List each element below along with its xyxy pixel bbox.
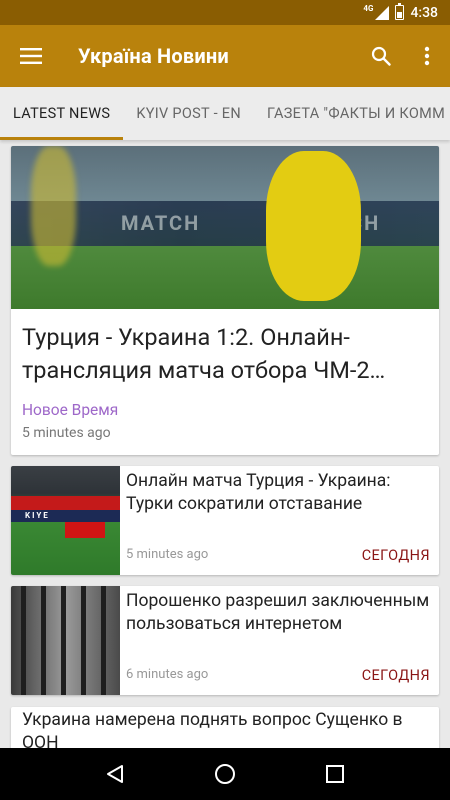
hamburger-icon: [20, 48, 42, 64]
tab-kyiv-post[interactable]: KYIV POST - EN: [123, 87, 254, 140]
network-type: 4G: [363, 4, 374, 13]
news-source-badge: СЕГОДНЯ: [361, 667, 430, 684]
news-list-item[interactable]: Украина намерена поднять вопрос Сущенко …: [11, 707, 439, 748]
more-vert-icon: [424, 46, 430, 66]
news-source-badge: СЕГОДНЯ: [361, 547, 430, 564]
tab-latest-news[interactable]: LATEST NEWS: [0, 87, 124, 140]
news-thumbnail: KIYE: [11, 466, 120, 575]
tab-fakty[interactable]: ГАЗЕТА "ФАКТЫ И КОММ: [254, 87, 450, 140]
tab-strip: LATEST NEWS KYIV POST - EN ГАЗЕТА "ФАКТЫ…: [0, 87, 450, 140]
signal-icon: [375, 5, 390, 20]
news-time: 6 minutes ago: [126, 667, 209, 682]
news-time: 5 minutes ago: [126, 547, 209, 562]
player-figure-blur: [31, 146, 76, 266]
hero-image: MATCH MATCH: [11, 146, 439, 309]
back-icon: [107, 765, 123, 783]
hero-news-card[interactable]: MATCH MATCH Турция - Украина 1:2. Онлайн…: [11, 146, 439, 455]
home-button[interactable]: [200, 748, 250, 800]
hero-time: 5 minutes ago: [22, 425, 111, 441]
news-title: Онлайн матча Турция - Украина: Турки сок…: [126, 471, 391, 514]
back-button[interactable]: [90, 748, 140, 800]
news-title: Украина намерена поднять вопрос Сущенко …: [22, 710, 403, 748]
menu-button[interactable]: [0, 25, 62, 87]
hero-source[interactable]: Новое Время: [11, 387, 439, 419]
clock: 4:38: [410, 4, 438, 21]
search-button[interactable]: [358, 25, 404, 87]
app-title: Україна Новини: [78, 44, 229, 68]
recents-icon: [326, 765, 344, 783]
status-bar: 4G 4:38: [0, 0, 450, 25]
hero-title: Турция - Украина 1:2. Онлайн-трансляция …: [22, 323, 386, 384]
recents-button[interactable]: [310, 748, 360, 800]
battery-icon: [395, 3, 405, 20]
home-icon: [215, 764, 235, 784]
app-bar: Україна Новини: [0, 25, 450, 87]
search-icon: [371, 46, 391, 66]
news-title: Порошенко разрешил заключенным пользоват…: [126, 591, 430, 634]
news-thumbnail: [11, 586, 120, 695]
news-feed[interactable]: MATCH MATCH Турция - Украина 1:2. Онлайн…: [0, 140, 450, 748]
news-list-item[interactable]: Порошенко разрешил заключенным пользоват…: [11, 586, 439, 695]
overflow-menu-button[interactable]: [404, 25, 450, 87]
player-figure: [266, 151, 361, 301]
system-nav-bar: [0, 748, 450, 800]
news-list-item[interactable]: KIYE Онлайн матча Турция - Украина: Турк…: [11, 466, 439, 575]
screen: 4G 4:38 Україна Новини LATEST NEWS KYIV …: [0, 0, 450, 800]
